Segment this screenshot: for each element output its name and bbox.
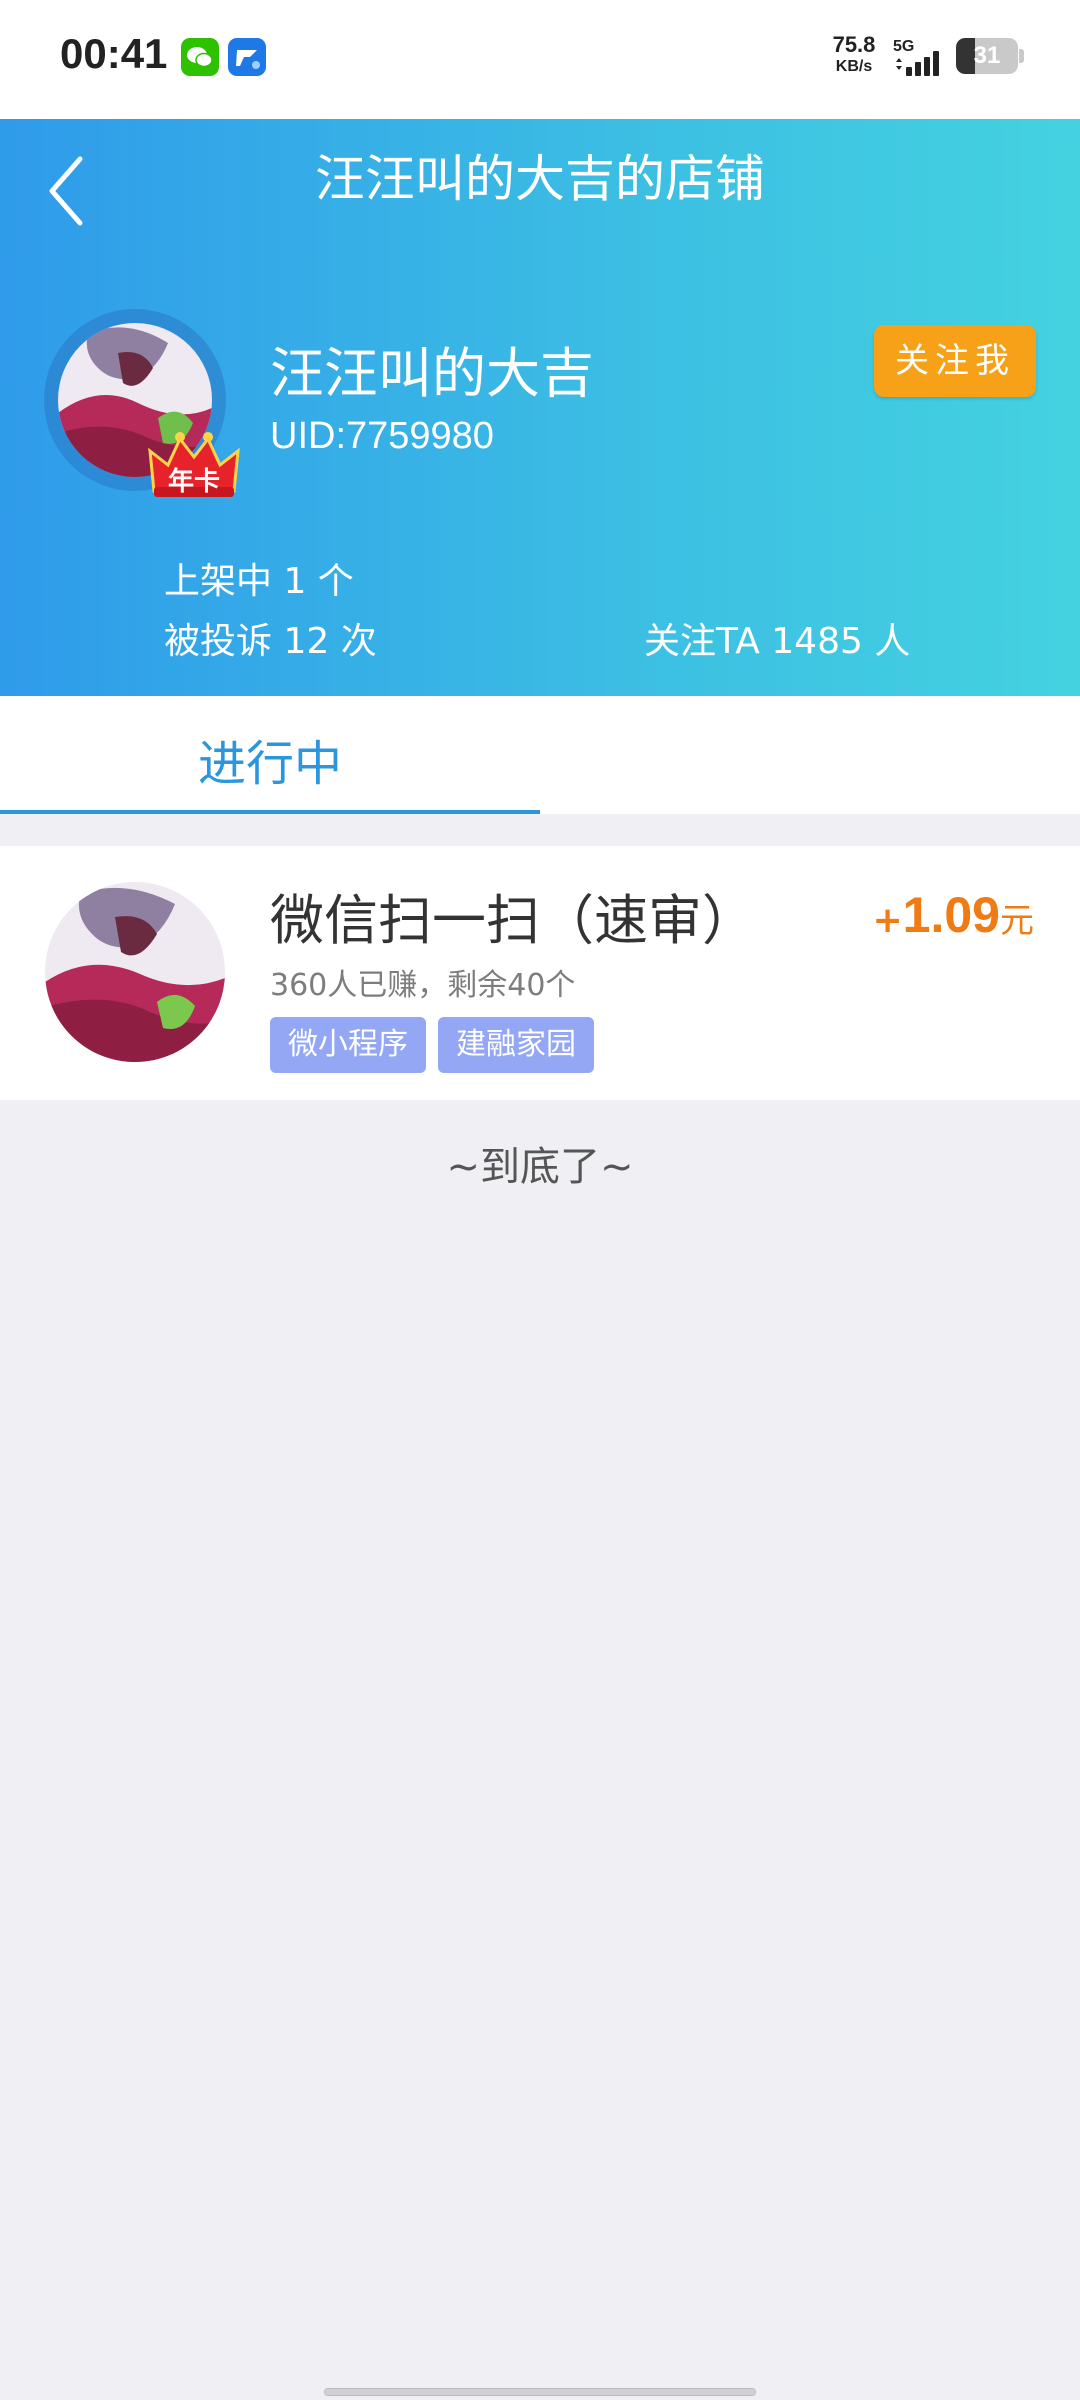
- shop-header: 汪汪叫的大吉的店铺 年卡 汪汪叫的大吉 UID:7759980 关注我 上架中: [0, 119, 1080, 696]
- task-thumbnail: [45, 882, 225, 1062]
- task-tag: 建融家园: [438, 1017, 594, 1073]
- home-indicator[interactable]: [324, 2388, 756, 2396]
- task-reward: +1.09元: [873, 886, 1035, 944]
- wechat-icon: [181, 38, 219, 76]
- task-tag: 微小程序: [270, 1017, 426, 1073]
- avatar[interactable]: 年卡: [44, 309, 240, 497]
- status-time: 00:41: [60, 30, 168, 77]
- reward-unit: 元: [1000, 901, 1034, 941]
- tab-label: 进行中: [197, 736, 342, 792]
- follow-button[interactable]: 关注我: [874, 325, 1036, 397]
- reward-sign: +: [872, 900, 903, 941]
- end-of-list-text: ~到底了~: [446, 1144, 634, 1190]
- page-title: 汪汪叫的大吉的店铺: [315, 150, 765, 208]
- status-bar: 00:41 75.8 KB/s 5G 31: [0, 0, 1080, 119]
- vip-badge-label: 年卡: [167, 467, 220, 497]
- net-speed: 75.8 KB/s: [826, 34, 882, 75]
- battery-tip: [1019, 49, 1024, 63]
- tab-underline: [0, 810, 540, 814]
- signal-icon: [896, 51, 939, 76]
- shop-name: 汪汪叫的大吉: [270, 342, 594, 405]
- follower-count: 关注TA 1485 人: [644, 621, 911, 662]
- battery-icon: 31: [956, 38, 1018, 74]
- complaint-count: 被投诉 12 次: [164, 621, 377, 662]
- task-card[interactable]: 微信扫一扫（速审） 360人已赚，剩余40个 微小程序 建融家园 +1.09元: [0, 846, 1080, 1100]
- tab-in-progress[interactable]: 进行中: [0, 696, 540, 814]
- net-speed-unit: KB/s: [835, 58, 873, 75]
- task-title: 微信扫一扫（速审）: [270, 889, 756, 952]
- task-progress-text: 360人已赚，剩余40个: [270, 968, 576, 1003]
- tab-bar: 进行中: [0, 696, 1080, 814]
- user-uid: UID:7759980: [270, 415, 494, 457]
- reward-amount: 1.09: [902, 887, 1000, 943]
- listed-count: 上架中 1 个: [164, 561, 354, 602]
- battery-level: 31: [973, 42, 1001, 69]
- app-icon: [228, 38, 266, 76]
- vip-crown-badge: 年卡: [140, 421, 248, 501]
- net-speed-value: 75.8: [832, 32, 876, 57]
